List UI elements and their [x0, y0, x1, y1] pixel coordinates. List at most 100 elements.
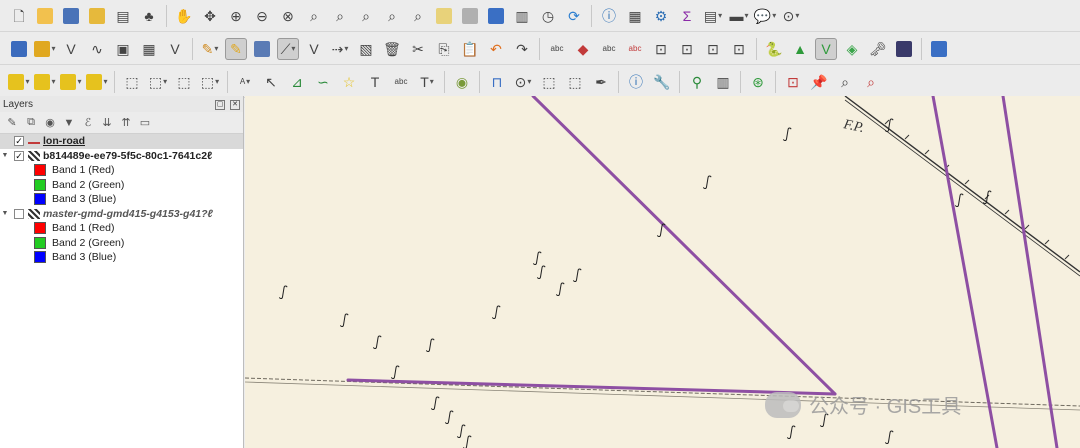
show-bookmarks-icon[interactable] [459, 5, 481, 27]
dark-plugin-icon[interactable] [893, 38, 915, 60]
digitize-segment-icon[interactable]: ⬚ [121, 71, 143, 93]
zoom-last-icon[interactable]: ⌕ [381, 5, 403, 27]
settings-icon[interactable]: ⚙ [650, 5, 672, 27]
zoom-next-icon[interactable]: ⌕ [407, 5, 429, 27]
select-polygon-icon[interactable] [86, 71, 108, 93]
tag-icon[interactable]: ⬚ [564, 71, 586, 93]
stack-icon[interactable]: ◈ [841, 38, 863, 60]
label-move-icon[interactable]: ⊡ [676, 38, 698, 60]
abc-icon[interactable]: abc [598, 38, 620, 60]
add-line-icon[interactable]: ⟋ [277, 37, 299, 60]
layer-checkbox[interactable]: ✓ [14, 150, 24, 161]
star-icon[interactable]: ☆ [338, 71, 360, 93]
pin-icon[interactable]: ⊓ [486, 71, 508, 93]
pen-grey-icon[interactable]: ✒ [590, 71, 612, 93]
close-panel-icon[interactable]: ✕ [230, 100, 240, 110]
pointer-icon[interactable]: ↖ [260, 71, 282, 93]
wrench-icon[interactable]: 🔧 [651, 71, 673, 93]
expand-arrow-icon[interactable]: ▼ [0, 210, 10, 217]
layer-checkbox[interactable] [14, 208, 24, 219]
magnifier-red-icon[interactable]: ⌕ [860, 71, 882, 93]
bookmark-blue-icon[interactable] [485, 5, 507, 27]
remove-layer-icon[interactable]: ▭ [137, 115, 153, 131]
label-change-icon[interactable]: ⊡ [728, 38, 750, 60]
deselect-icon[interactable] [34, 71, 56, 93]
print-layout-icon[interactable]: ▤ [112, 5, 134, 27]
split-parts-icon[interactable]: ⬚ [199, 71, 221, 93]
toolbox-icon[interactable]: ▥ [712, 71, 734, 93]
collapse-all-icon[interactable]: ⇈ [118, 115, 134, 131]
attribute-table-icon[interactable]: ▦ [624, 5, 646, 27]
layer-row-master-gmd[interactable]: ▼ master-gmd-gmd415-g4153-g41?ℓ [0, 207, 243, 222]
map-canvas[interactable]: F.P. ഽഽഽ ഽഽഽ ഽഽഽ ഽഽഽ ഽഽഽ ഽഽഽ ഽഽഽ ഽഽ 公众号 … [245, 96, 1080, 448]
save-edits-icon[interactable] [251, 38, 273, 60]
expand-all-icon[interactable]: ⇊ [99, 115, 115, 131]
zoom-native-icon[interactable]: ⌕ [355, 5, 377, 27]
abc-tool-icon[interactable]: abc [390, 71, 412, 93]
plugin-green-icon[interactable]: ⚲ [686, 71, 708, 93]
add-raster-icon[interactable]: ▦ [138, 38, 160, 60]
pan-to-selection-icon[interactable]: ✥ [199, 5, 221, 27]
save-project-icon[interactable] [60, 5, 82, 27]
abc-red-icon[interactable]: abc [624, 38, 646, 60]
globe-icon[interactable]: ◉ [451, 71, 473, 93]
world-icon[interactable]: 🗝 [867, 38, 889, 60]
save-as-icon[interactable] [86, 5, 108, 27]
style-manager-icon[interactable]: ♣ [138, 5, 160, 27]
temporal-icon[interactable]: ▥ [511, 5, 533, 27]
new-bookmark-icon[interactable] [433, 5, 455, 27]
add-wms-icon[interactable]: ▣ [112, 38, 134, 60]
magnifier-icon[interactable]: ⌕ [834, 71, 856, 93]
cut-icon[interactable]: ✂ [407, 38, 429, 60]
add-virtual-icon[interactable]: V [164, 38, 186, 60]
toggle-editing-icon[interactable]: ✎ [225, 37, 247, 60]
rotate-icon[interactable]: ⊙ [512, 71, 534, 93]
sum-icon[interactable]: Σ [676, 5, 698, 27]
text-tool-icon[interactable]: T [364, 71, 386, 93]
add-vector-icon[interactable]: V [60, 38, 82, 60]
label-icon[interactable]: abc [546, 38, 568, 60]
reshape-icon[interactable]: ⬚ [147, 71, 169, 93]
measure-icon[interactable]: ▬ [728, 5, 750, 27]
pencil-icon[interactable]: ✎ [199, 38, 221, 60]
add-group-icon[interactable]: ⧉ [23, 115, 39, 131]
zoom-in-icon[interactable]: ⊕ [225, 5, 247, 27]
new-project-icon[interactable]: 🗋 [8, 5, 30, 27]
pan-icon[interactable]: ✋ [173, 5, 195, 27]
label-rotate-icon[interactable]: ⊡ [702, 38, 724, 60]
plugin-icon[interactable]: V [815, 37, 837, 60]
open-table-icon[interactable]: ▤ [702, 5, 724, 27]
python-icon[interactable]: 🐍 [763, 38, 785, 60]
select-by-value-icon[interactable] [60, 71, 82, 93]
add-layer-icon[interactable] [34, 38, 56, 60]
move-feature-icon[interactable]: ⇢ [329, 38, 351, 60]
open-project-icon[interactable] [34, 5, 56, 27]
float-panel-icon[interactable]: ▢ [215, 100, 226, 110]
zoom-layer-icon[interactable]: ⌕ [329, 5, 351, 27]
bookmark-icon[interactable]: ⊡ [782, 71, 804, 93]
trash-icon[interactable]: 🗑 [381, 38, 403, 60]
zoom-out-icon[interactable]: ⊖ [251, 5, 273, 27]
expand-arrow-icon[interactable]: ▼ [0, 152, 10, 159]
clock-icon[interactable]: ◷ [537, 5, 559, 27]
zoom-full-icon[interactable]: ⊗ [277, 5, 299, 27]
zoom-selection-icon[interactable]: ⌕ [303, 5, 325, 27]
layer-row-b814489e[interactable]: ▼ ✓ b814489e-ee79-5f5c-80c1-7641c2ℓ [0, 149, 243, 164]
split-icon[interactable]: ⬚ [173, 71, 195, 93]
add-point-icon[interactable]: ⊿ [286, 71, 308, 93]
annotation-icon[interactable]: 💬 [754, 5, 776, 27]
point-red-icon[interactable]: 📌 [808, 71, 830, 93]
refresh-icon[interactable]: ⟳ [563, 5, 585, 27]
abc-text-icon[interactable]: A [234, 71, 256, 93]
layer-row-lon-road[interactable]: ✓ lon-road [0, 134, 243, 149]
label-highlight-icon[interactable]: ◆ [572, 38, 594, 60]
vertex-tool-icon[interactable]: V [303, 38, 325, 60]
move-icon[interactable]: ⬚ [538, 71, 560, 93]
select-feature-icon[interactable] [8, 71, 30, 93]
undo-icon[interactable]: ↶ [485, 38, 507, 60]
identify-icon[interactable]: ⓘ [598, 5, 620, 27]
terrain-icon[interactable]: ▲ [789, 38, 811, 60]
paste-icon[interactable]: 📋 [459, 38, 481, 60]
text-box-icon[interactable]: T [416, 71, 438, 93]
zoom-to-icon[interactable]: ⊙ [780, 5, 802, 27]
